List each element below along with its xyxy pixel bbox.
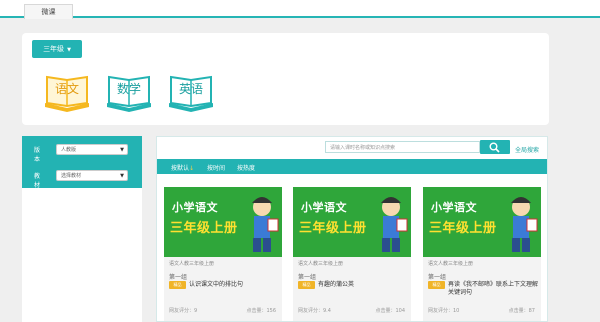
video-card[interactable]: 小学语文 三年级上册 语文人教三年级上册 第一组 精品 有趣的蒲公英 网友评分：… (293, 187, 411, 321)
card-unit: 第一组 (298, 274, 317, 281)
tab-weike[interactable]: 微课 (24, 4, 73, 19)
cover-title: 小学语文 (172, 201, 218, 214)
subject-chinese-label: 语文 (54, 82, 79, 96)
search-button[interactable] (480, 140, 510, 154)
sort-hot[interactable]: 按热度 (237, 163, 255, 172)
search-input[interactable]: 请输入课时名称或知识点搜索 (325, 141, 480, 153)
card-book: 语文人教三年级上册 (428, 261, 474, 267)
sort-bar: 按默认↓ 按时间 按热度 (157, 159, 547, 174)
cartoon-boy-illustration (252, 197, 279, 252)
card-clicks: 点击量：156 (246, 308, 276, 314)
card-rating: 网友评分：10 (428, 308, 460, 314)
quality-badge: 精品 (428, 281, 445, 289)
cover-grade: 三年级上册 (429, 221, 497, 236)
main-panel: 请输入课时名称或知识点搜索 全局搜索 按默认↓ 按时间 按热度 小学语文 三年级… (156, 136, 548, 322)
cover-image[interactable]: 小学语文 三年级上册 (293, 187, 411, 257)
cartoon-boy-illustration (381, 197, 408, 252)
sort-default[interactable]: 按默认↓ (171, 163, 194, 172)
filter-panel: 版本 人教版 ▼ 教材 选择教材 ▼ (22, 136, 142, 322)
cover-image[interactable]: 小学语文 三年级上册 (423, 187, 541, 257)
subject-math-label: 数学 (116, 82, 141, 96)
sort-time[interactable]: 按时间 (207, 163, 225, 172)
card-title[interactable]: 有趣的蒲公英 (318, 281, 410, 289)
subject-english-button[interactable]: 英语 (168, 73, 214, 113)
video-card[interactable]: 小学语文 三年级上册 语文人教三年级上册 第一组 精品 再读《我不邮啼》联系上下… (423, 187, 541, 321)
cover-grade: 三年级上册 (170, 221, 238, 236)
card-title[interactable]: 再读《我不邮啼》联系上下文理解关键词句 (448, 281, 540, 297)
card-clicks: 点击量：87 (508, 308, 535, 314)
textbook-label: 教材 (34, 173, 41, 189)
card-book: 语文人教三年级上册 (169, 261, 215, 267)
subject-english-label: 英语 (178, 82, 203, 96)
cover-image[interactable]: 小学语文 三年级上册 (164, 187, 282, 257)
grade-dropdown[interactable]: 三年级 ▼ (32, 40, 82, 58)
chevron-down-icon: ▼ (120, 173, 124, 179)
quality-badge: 精品 (298, 281, 315, 289)
filter-header: 版本 人教版 ▼ 教材 选择教材 ▼ (22, 136, 142, 189)
top-bar: 微课 (0, 0, 600, 19)
edition-select[interactable]: 人教版 ▼ (56, 144, 128, 155)
chevron-down-icon: ▼ (120, 147, 124, 153)
edition-value: 人教版 (61, 147, 77, 153)
chevron-down-icon: ▼ (67, 47, 71, 53)
textbook-select[interactable]: 选择教材 ▼ (56, 170, 128, 181)
cover-title: 小学语文 (301, 201, 347, 214)
textbook-value: 选择教材 (61, 173, 82, 179)
video-card[interactable]: 小学语文 三年级上册 语文人教三年级上册 第一组 精品 认识课文中的排比句 网友… (164, 187, 282, 321)
subject-panel: 三年级 ▼ 语文 数学 英语 (22, 33, 549, 125)
cartoon-boy-illustration (511, 197, 538, 252)
card-unit: 第一组 (428, 274, 447, 281)
subject-math-button[interactable]: 数学 (106, 73, 152, 113)
quality-badge: 精品 (169, 281, 186, 289)
subject-chinese-button[interactable]: 语文 (44, 73, 90, 113)
card-title[interactable]: 认识课文中的排比句 (189, 281, 281, 289)
grade-label: 三年级 (43, 45, 65, 53)
edition-label: 版本 (34, 147, 41, 163)
sort-default-label: 按默认 (171, 165, 190, 172)
sort-arrow-icon: ↓ (189, 165, 195, 172)
card-rating: 网友评分：9.4 (298, 308, 331, 314)
card-book: 语文人教三年级上册 (298, 261, 344, 267)
search-icon (489, 142, 500, 153)
full-search-link[interactable]: 全局搜索 (515, 145, 539, 154)
card-unit: 第一组 (169, 274, 188, 281)
cover-grade: 三年级上册 (299, 221, 367, 236)
card-rating: 网友评分：9 (169, 308, 198, 314)
card-clicks: 点击量：104 (375, 308, 405, 314)
cover-title: 小学语文 (431, 201, 477, 214)
